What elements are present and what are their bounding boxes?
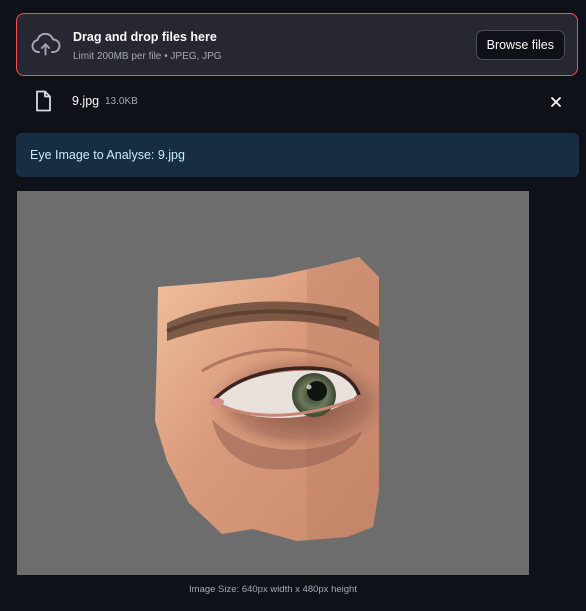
info-message: Eye Image to Analyse: 9.jpg: [30, 148, 185, 162]
file-name: 9.jpg: [72, 94, 100, 108]
dropzone-limit: Limit 200MB per file • JPEG, JPG: [73, 51, 222, 62]
image-caption: Image Size: 640px width x 480px height: [189, 584, 357, 595]
page: Drag and drop files here Limit 200MB per…: [0, 0, 586, 611]
eye-image: [17, 191, 529, 575]
uploaded-file-row: 9.jpg 13.0KB: [16, 88, 578, 116]
close-icon[interactable]: [546, 92, 566, 112]
cloud-upload-icon: [31, 32, 61, 57]
info-alert: Eye Image to Analyse: 9.jpg: [16, 133, 579, 177]
file-size: 13.0KB: [105, 96, 138, 107]
browse-files-button[interactable]: Browse files: [475, 30, 565, 60]
file-icon: [34, 90, 52, 112]
dropzone-title: Drag and drop files here: [73, 30, 217, 44]
dropzone-instructions: Drag and drop files here Limit 200MB per…: [73, 29, 222, 63]
file-dropzone[interactable]: Drag and drop files here Limit 200MB per…: [16, 13, 578, 76]
